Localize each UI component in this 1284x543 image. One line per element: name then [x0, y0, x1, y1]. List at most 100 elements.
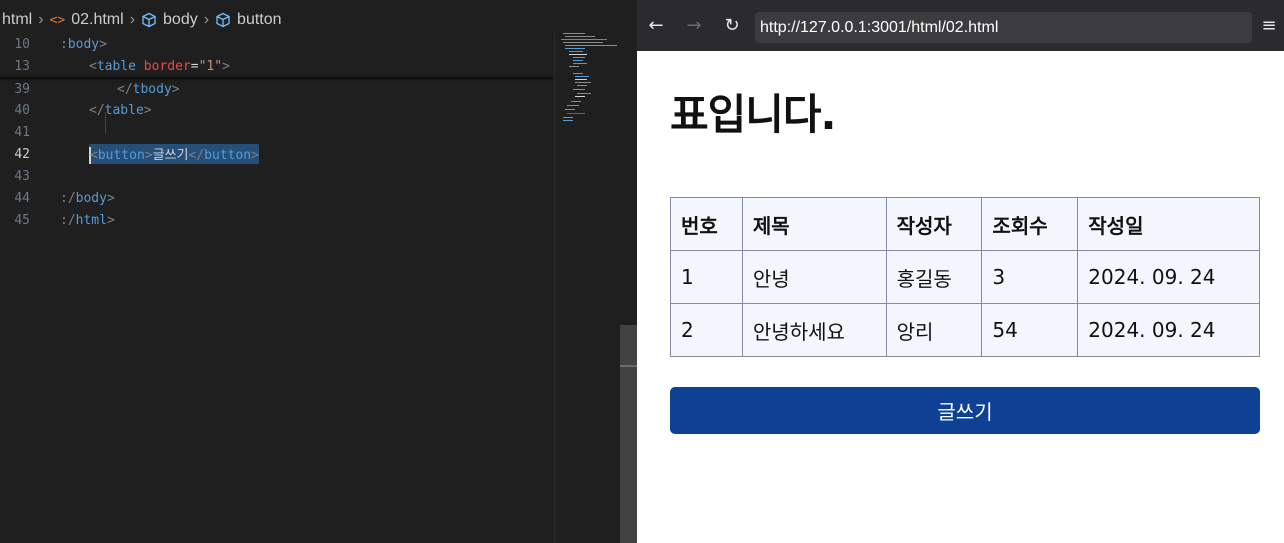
code-token: >	[143, 102, 152, 118]
minimap-line	[569, 51, 583, 52]
line-number: 13	[14, 58, 30, 74]
table-header-cell: 번호	[670, 197, 743, 251]
code-text: :/body>	[60, 191, 115, 206]
selected-code-text: <button>글쓰기</button>	[89, 144, 259, 164]
code-line[interactable]: 41	[0, 121, 553, 143]
minimap-line	[575, 96, 585, 97]
code-token: </	[89, 102, 105, 118]
table-cell: 홍길동	[885, 250, 983, 304]
table-header-cell: 조회수	[981, 197, 1079, 251]
browser-pane: ← → ↻ http://127.0.0.1:3001/html/02.html…	[637, 0, 1284, 543]
code-text: <table border="1">	[89, 59, 230, 74]
code-line[interactable]: 44:/body>	[0, 187, 553, 209]
web-page: 표입니다. 번호 제목 작성자 조회수 작성일 1 안녕 홍길동 3 2024.…	[637, 51, 1284, 543]
code-line[interactable]: 39 </tbody>	[0, 78, 553, 100]
code-token: >	[171, 81, 180, 97]
table-header-row: 번호 제목 작성자 조회수 작성일	[670, 197, 1260, 251]
scrollbar-cursor-marker	[620, 365, 637, 367]
minimap-line	[575, 82, 591, 83]
minimap-line	[567, 113, 585, 114]
line-number: 10	[14, 36, 30, 52]
page-title: 표입니다.	[670, 90, 837, 139]
code-line[interactable]: 45 :/html>	[0, 209, 553, 231]
write-button[interactable]: 글쓰기	[670, 387, 1260, 434]
code-token: table	[96, 58, 136, 74]
breadcrumb-item-body[interactable]: body	[163, 11, 198, 29]
board-table: 번호 제목 작성자 조회수 작성일 1 안녕 홍길동 3 2024. 09. 2…	[670, 197, 1260, 357]
code-token: <	[89, 58, 97, 74]
browser-toolbar: ← → ↻ http://127.0.0.1:3001/html/02.html…	[637, 0, 1284, 51]
hamburger-menu-icon[interactable]: ≡	[1254, 0, 1284, 51]
symbol-cube-icon	[142, 12, 156, 28]
minimap-line	[575, 76, 589, 77]
minimap-line	[573, 57, 585, 58]
table-cell: 3	[981, 250, 1079, 304]
code-line[interactable]: 10:body>	[0, 33, 553, 55]
sticky-scroll-divider	[0, 77, 553, 79]
reload-icon[interactable]: ↻	[713, 0, 751, 51]
code-token: >	[106, 212, 115, 228]
scrollbar-thumb[interactable]	[620, 325, 637, 543]
code-token: border	[143, 58, 191, 74]
arrow-right-icon[interactable]: →	[675, 0, 713, 51]
minimap-line	[565, 45, 617, 46]
table-row: 2 안녕하세요 앙리 54 2024. 09. 24	[670, 303, 1260, 357]
code-line[interactable]: 43	[0, 165, 553, 187]
minimap-line	[565, 36, 595, 37]
code-line[interactable]: 13 <table border="1">	[0, 55, 553, 77]
minimap-line	[575, 79, 587, 80]
line-number: 45	[14, 212, 30, 228]
vertical-scrollbar[interactable]	[620, 33, 637, 543]
code-token: :/	[60, 190, 76, 206]
minimap[interactable]	[554, 33, 620, 543]
code-token: >	[251, 148, 259, 163]
table-cell: 안녕	[741, 250, 887, 304]
minimap-line	[561, 39, 607, 40]
code-token: table	[104, 102, 144, 118]
breadcrumb-item-folder[interactable]: html	[2, 11, 32, 29]
indent-guide	[105, 112, 106, 134]
minimap-line	[565, 48, 585, 49]
minimap-line	[563, 42, 603, 43]
minimap-line	[569, 66, 579, 67]
symbol-cube-icon	[216, 12, 230, 28]
minimap-line	[577, 85, 587, 86]
line-number: 42	[14, 146, 30, 162]
html-file-icon: <>	[49, 12, 66, 28]
code-token: >	[222, 58, 230, 74]
code-line[interactable]: 42 <button>글쓰기</button>	[0, 143, 553, 165]
code-token: </	[117, 81, 133, 97]
code-token: >	[144, 148, 153, 163]
line-number: 39	[14, 81, 30, 97]
chevron-right-icon: ›	[38, 11, 44, 28]
code-token: button	[204, 148, 252, 163]
table-cell: 2	[670, 303, 743, 357]
breadcrumb-item-file[interactable]: 02.html	[71, 11, 123, 29]
code-editor-pane: html › <> 02.html › body › button 10:bod…	[0, 0, 637, 543]
minimap-line	[567, 105, 579, 106]
code-area[interactable]: 10:body> 13 <table border="1"> 39 </tbody> 40…	[0, 33, 553, 543]
code-line[interactable]: 40 </table>	[0, 99, 553, 121]
minimap-line	[571, 101, 581, 102]
code-text: </tbody>	[117, 82, 180, 97]
code-token: :/	[60, 212, 76, 228]
minimap-line	[563, 33, 585, 34]
code-token: body	[75, 190, 107, 206]
minimap-line	[565, 109, 575, 110]
code-token: 글쓰기	[152, 148, 189, 163]
address-bar[interactable]: http://127.0.0.1:3001/html/02.html	[755, 12, 1252, 43]
chevron-right-icon: ›	[203, 11, 210, 28]
code-token: html	[75, 212, 107, 228]
breadcrumb-item-button[interactable]: button	[237, 11, 281, 29]
code-text: :/html>	[60, 213, 115, 228]
code-token: :	[60, 36, 68, 52]
table-header-cell: 작성자	[885, 197, 983, 251]
code-token: </	[188, 148, 205, 163]
arrow-left-icon[interactable]: ←	[637, 0, 675, 51]
code-token: body	[67, 36, 100, 52]
code-token: tbody	[132, 81, 172, 97]
table-cell: 2024. 09. 24	[1077, 250, 1260, 304]
code-token: =	[190, 58, 199, 74]
code-token: >	[106, 190, 115, 206]
